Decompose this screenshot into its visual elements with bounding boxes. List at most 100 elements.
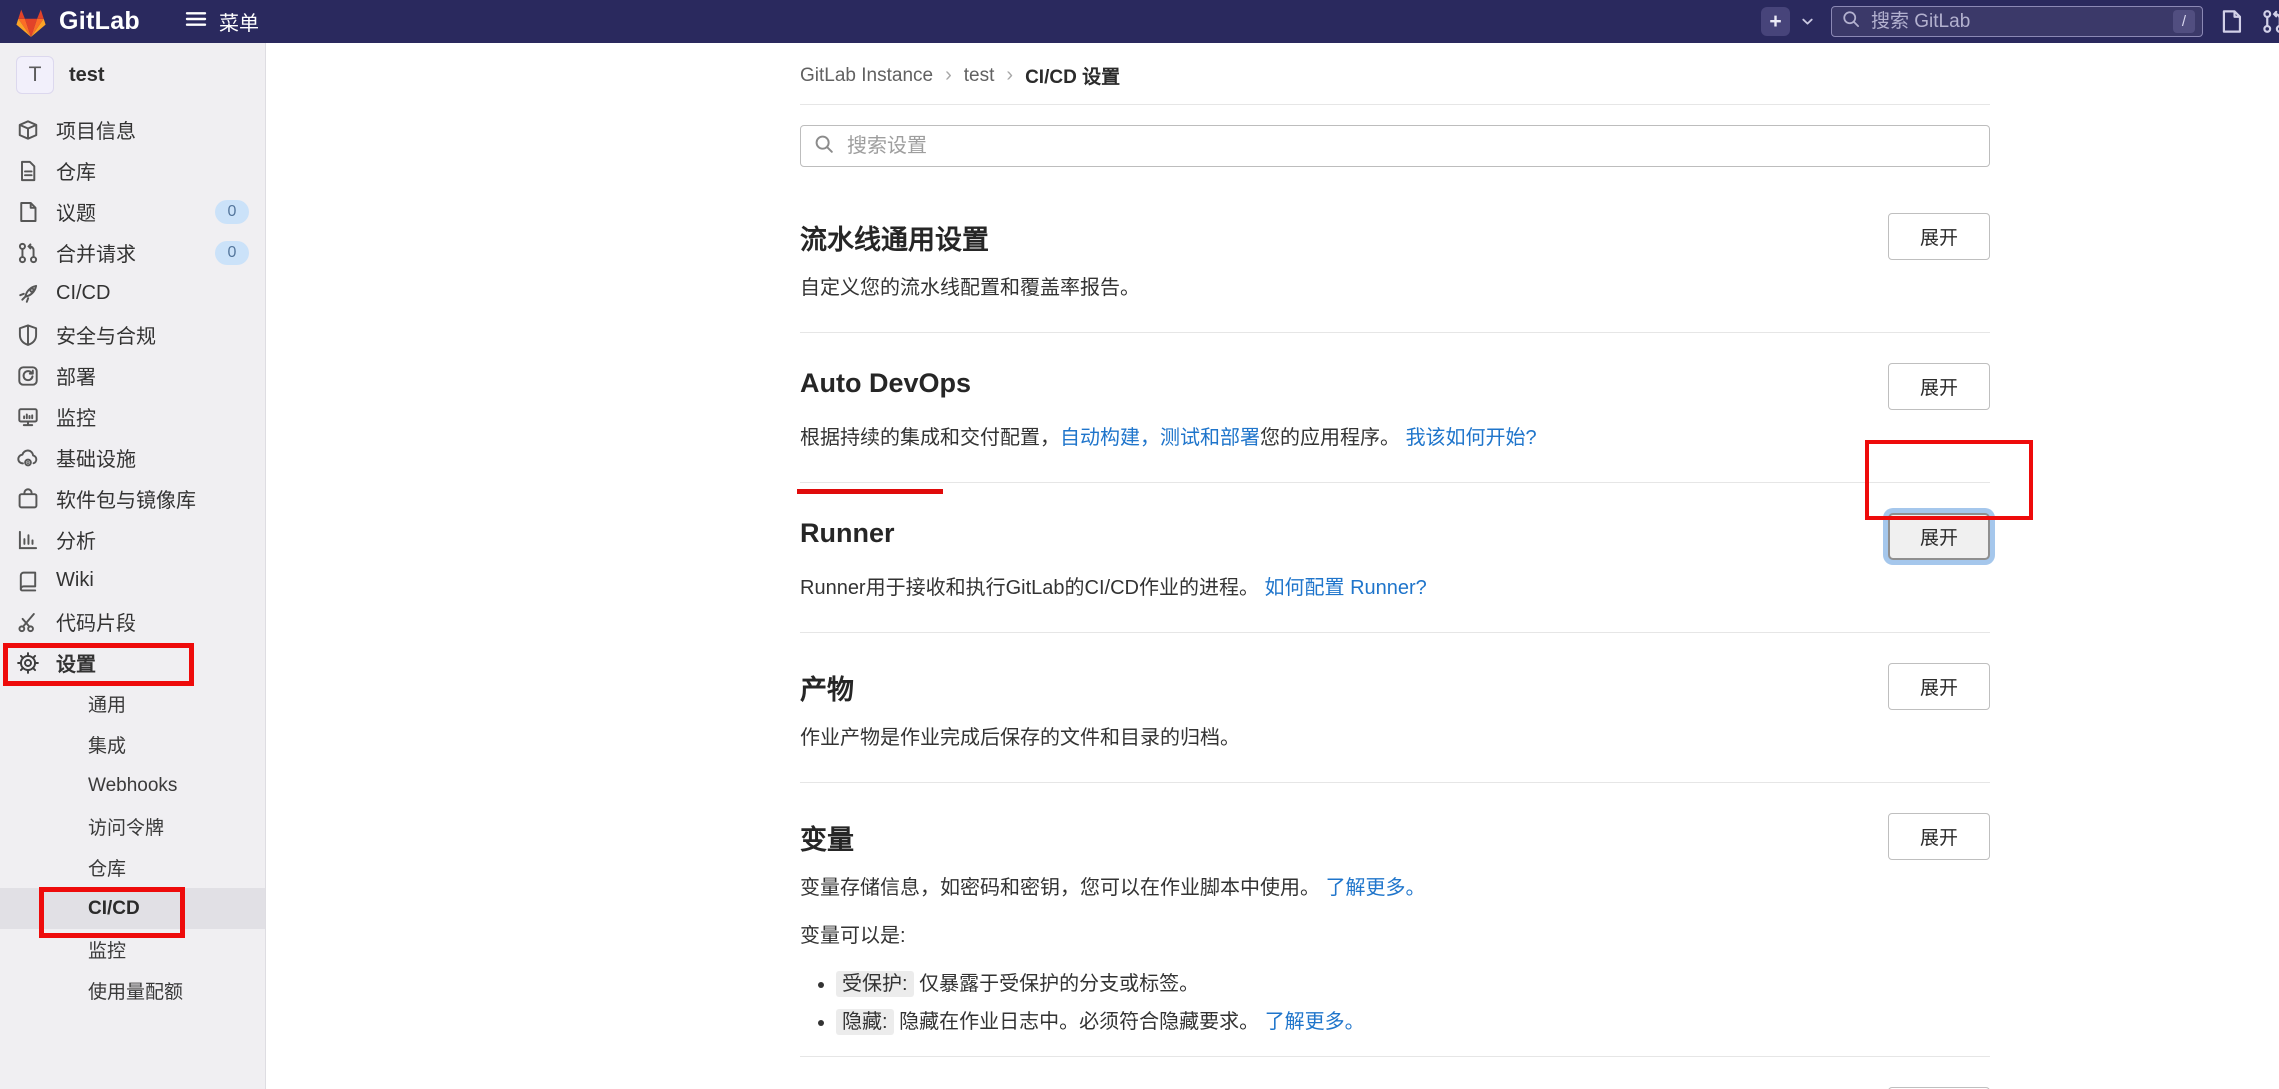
monitor-icon bbox=[16, 405, 40, 429]
how-to-start-link[interactable]: 我该如何开始? bbox=[1406, 427, 1537, 449]
settings-search[interactable] bbox=[800, 125, 1990, 167]
expand-button[interactable]: 展开 bbox=[1888, 363, 1990, 410]
project-avatar: T bbox=[16, 56, 54, 94]
sidebar-item-security[interactable]: 安全与合规 bbox=[0, 314, 265, 355]
breadcrumb-item-root[interactable]: GitLab Instance bbox=[800, 65, 933, 87]
menu-button[interactable]: 菜单 bbox=[178, 6, 265, 38]
breadcrumb-item-project[interactable]: test bbox=[964, 65, 995, 87]
protected-chip: 受保护: bbox=[836, 971, 914, 997]
sidebar-subitem-access-tokens[interactable]: 访问令牌 bbox=[0, 806, 265, 847]
section-runner: Runner 展开 Runner用于接收和执行GitLab的CI/CD作业的进程… bbox=[800, 483, 1990, 633]
sidebar: T test 项目信息 仓库 bbox=[0, 43, 266, 1089]
sidebar-subitem-cicd[interactable]: CI/CD bbox=[0, 888, 265, 929]
breadcrumb-separator: › bbox=[945, 64, 952, 87]
search-icon bbox=[813, 133, 835, 160]
sidebar-item-analytics[interactable]: 分析 bbox=[0, 519, 265, 560]
list-item: 受保护: 仅暴露于受保护的分支或标签。 bbox=[836, 970, 1990, 999]
section-title: Runner bbox=[800, 518, 895, 549]
sidebar-item-monitor[interactable]: 监控 bbox=[0, 396, 265, 437]
new-menu-button[interactable]: + bbox=[1761, 7, 1790, 36]
section-pipeline-triggers: 流水线触发器 展开 通过生成触发令牌并将其与 API 调用一起使用，为分支或标签… bbox=[800, 1057, 1990, 1089]
sidebar-subitem-integrations[interactable]: 集成 bbox=[0, 724, 265, 765]
sidebar-item-merge-requests[interactable]: 合并请求 0 bbox=[0, 232, 265, 273]
section-title: 产物 bbox=[800, 668, 854, 707]
sidebar-item-issues[interactable]: 议题 0 bbox=[0, 191, 265, 232]
breadcrumb-separator: › bbox=[1006, 64, 1013, 87]
slash-shortcut-badge: / bbox=[2173, 10, 2195, 33]
issues-count-badge: 0 bbox=[215, 200, 249, 224]
deploy-icon bbox=[16, 364, 40, 388]
merge-requests-count-badge: 0 bbox=[215, 241, 249, 265]
expand-button-runner[interactable]: 展开 bbox=[1888, 513, 1990, 560]
sidebar-project-header[interactable]: T test bbox=[0, 43, 265, 103]
section-description: 根据持续的集成和交付配置，自动构建，测试和部署您的应用程序。 我该如何开始? bbox=[800, 424, 1990, 452]
expand-button[interactable]: 展开 bbox=[1888, 663, 1990, 710]
section-title: 流水线通用设置 bbox=[800, 218, 989, 257]
section-variables: 变量 展开 变量存储信息，如密码和密钥，您可以在作业脚本中使用。 了解更多。 变… bbox=[800, 783, 1990, 1057]
section-description: 变量存储信息，如密码和密钥，您可以在作业脚本中使用。 了解更多。 bbox=[800, 874, 1990, 902]
gitlab-home-link[interactable]: GitLab bbox=[14, 6, 140, 38]
breadcrumb-item-current: CI/CD 设置 bbox=[1025, 62, 1120, 89]
sidebar-item-infrastructure[interactable]: 基础设施 bbox=[0, 437, 265, 478]
gear-icon bbox=[16, 651, 40, 675]
merge-request-icon bbox=[16, 241, 40, 265]
rocket-icon bbox=[16, 282, 40, 306]
hamburger-icon bbox=[184, 7, 208, 37]
sidebar-subitem-general[interactable]: 通用 bbox=[0, 683, 265, 724]
sidebar-subitem-monitor[interactable]: 监控 bbox=[0, 929, 265, 970]
learn-more-link[interactable]: 了解更多。 bbox=[1265, 1011, 1365, 1033]
section-title: 变量 bbox=[800, 818, 854, 857]
section-description: Runner用于接收和执行GitLab的CI/CD作业的进程。 如何配置 Run… bbox=[800, 574, 1990, 602]
expand-button[interactable]: 展开 bbox=[1888, 813, 1990, 860]
sidebar-item-cicd[interactable]: CI/CD bbox=[0, 273, 265, 314]
cloud-gear-icon bbox=[16, 446, 40, 470]
search-icon bbox=[1841, 9, 1861, 34]
settings-search-input[interactable] bbox=[845, 134, 1977, 159]
repository-icon bbox=[16, 159, 40, 183]
issues-shortcut-button[interactable] bbox=[2218, 8, 2245, 35]
top-navbar: GitLab 菜单 + bbox=[0, 0, 2279, 43]
sidebar-subitem-usage-quotas[interactable]: 使用量配额 bbox=[0, 970, 265, 1011]
variables-list: 受保护: 仅暴露于受保护的分支或标签。 隐藏: 隐藏在作业日志中。必须符合隐藏要… bbox=[800, 970, 1990, 1037]
issues-shortcut-icon bbox=[2218, 8, 2245, 35]
expand-button[interactable]: 展开 bbox=[1888, 213, 1990, 260]
new-menu-caret[interactable] bbox=[1799, 13, 1816, 30]
sidebar-item-wiki[interactable]: Wiki bbox=[0, 560, 265, 601]
issues-icon bbox=[16, 200, 40, 224]
merge-requests-shortcut-icon bbox=[2260, 8, 2279, 35]
project-info-icon bbox=[16, 118, 40, 142]
masked-chip: 隐藏: bbox=[836, 1009, 894, 1035]
global-search[interactable]: / bbox=[1831, 6, 2203, 37]
sidebar-item-project-info[interactable]: 项目信息 bbox=[0, 109, 265, 150]
project-name: test bbox=[69, 64, 105, 87]
breadcrumb-divider bbox=[800, 104, 1990, 105]
snippet-icon bbox=[16, 610, 40, 634]
sidebar-item-snippets[interactable]: 代码片段 bbox=[0, 601, 265, 642]
section-title: Auto DevOps bbox=[800, 368, 971, 399]
sidebar-item-settings[interactable]: 设置 bbox=[0, 642, 265, 683]
plus-icon: + bbox=[1769, 11, 1781, 32]
package-icon bbox=[16, 487, 40, 511]
gitlab-app: GitLab 菜单 + bbox=[0, 0, 2279, 1089]
configure-runner-link[interactable]: 如何配置 Runner? bbox=[1265, 577, 1427, 599]
section-artifacts: 产物 展开 作业产物是作业完成后保存的文件和目录的归档。 bbox=[800, 633, 1990, 783]
section-pipeline-general: 流水线通用设置 展开 自定义您的流水线配置和覆盖率报告。 bbox=[800, 187, 1990, 333]
list-item: 隐藏: 隐藏在作业日志中。必须符合隐藏要求。 了解更多。 bbox=[836, 1008, 1990, 1037]
section-description: 自定义您的流水线配置和覆盖率报告。 bbox=[800, 274, 1990, 302]
variables-intro: 变量可以是: bbox=[800, 922, 1990, 950]
gitlab-logo bbox=[14, 6, 48, 38]
book-icon bbox=[16, 569, 40, 593]
breadcrumb: GitLab Instance › test › CI/CD 设置 bbox=[800, 62, 1990, 89]
section-auto-devops: Auto DevOps 展开 根据持续的集成和交付配置，自动构建，测试和部署您的… bbox=[800, 333, 1990, 483]
sidebar-item-deployments[interactable]: 部署 bbox=[0, 355, 265, 396]
sidebar-subitem-webhooks[interactable]: Webhooks bbox=[0, 765, 265, 806]
auto-devops-link[interactable]: 自动构建，测试和部署 bbox=[1060, 427, 1260, 449]
sidebar-item-repository[interactable]: 仓库 bbox=[0, 150, 265, 191]
merge-requests-shortcut-button[interactable] bbox=[2260, 8, 2279, 35]
global-search-input[interactable] bbox=[1869, 10, 2165, 34]
sidebar-item-packages[interactable]: 软件包与镜像库 bbox=[0, 478, 265, 519]
learn-more-link[interactable]: 了解更多。 bbox=[1326, 877, 1426, 899]
sidebar-subitem-repository[interactable]: 仓库 bbox=[0, 847, 265, 888]
shield-icon bbox=[16, 323, 40, 347]
settings-submenu: 通用 集成 Webhooks 访问令牌 仓库 CI/CD 监控 使用量配额 bbox=[0, 683, 265, 1011]
